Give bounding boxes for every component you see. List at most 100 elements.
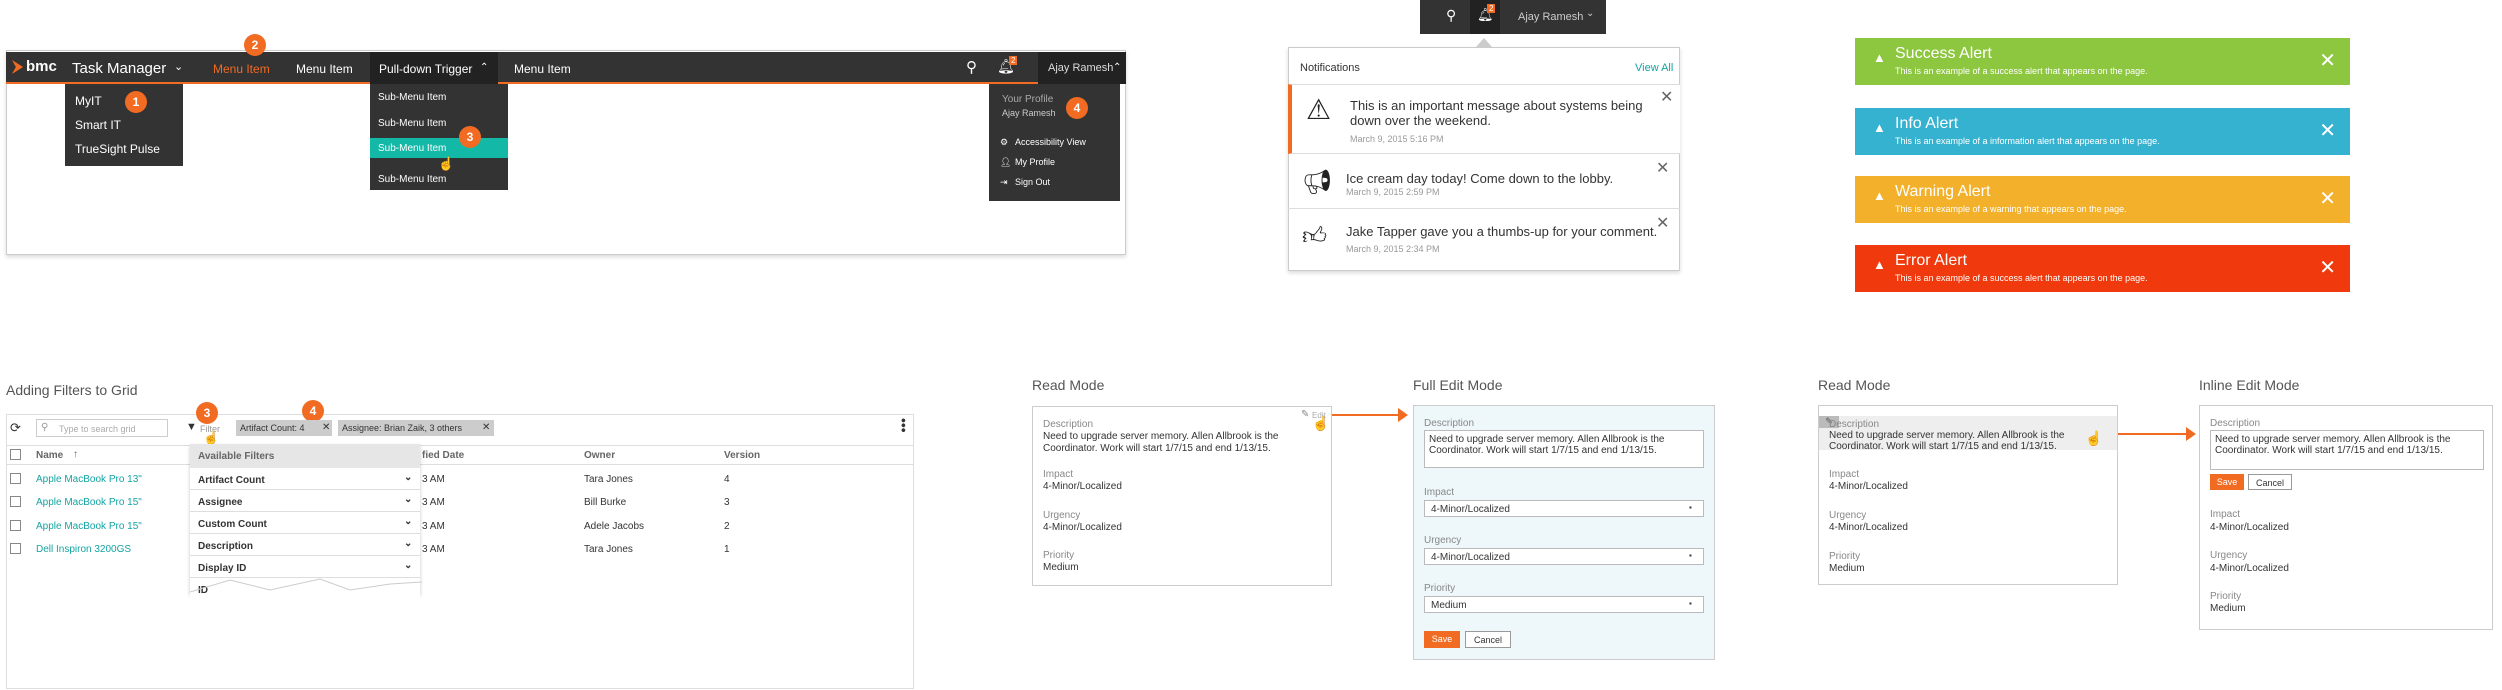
close-icon[interactable]: ✕ (322, 422, 330, 433)
row-owner: Adele Jacobs (584, 521, 645, 532)
notification-count: 2 (1487, 4, 1496, 13)
chip-label: Assignee: Brian Zaik, 3 others (342, 423, 463, 433)
submenu-item-hover[interactable]: Sub-Menu Item (370, 138, 508, 158)
submenu-item[interactable]: Sub-Menu Item (378, 174, 446, 185)
close-icon[interactable]: ✕ (482, 422, 490, 433)
app-item-myit[interactable]: MyIT (75, 94, 102, 108)
search-icon[interactable]: ⚲ (966, 58, 977, 76)
row-name-link[interactable]: Apple MacBook Pro 15" (36, 521, 142, 532)
notification-text: Jake Tapper gave you a thumbs-up for you… (1346, 224, 1658, 239)
column-header-date[interactable]: fied Date (422, 450, 464, 461)
notification-item[interactable]: ⚠ This is an important message about sys… (1288, 84, 1680, 154)
close-icon[interactable]: ✕ (2319, 48, 2336, 73)
row-name-link[interactable]: Apple MacBook Pro 15" (36, 497, 142, 508)
search-placeholder: Type to search grid (59, 424, 136, 434)
notification-date: March 9, 2015 5:16 PM (1350, 134, 1444, 144)
warning-alert: ▲ Warning Alert This is an example of a … (1855, 176, 2350, 223)
submenu-item[interactable]: Sub-Menu Item (378, 92, 446, 103)
arrow-connector (2118, 433, 2188, 435)
save-button[interactable]: Save (1424, 631, 1460, 648)
close-icon[interactable]: ✕ (1656, 158, 1669, 178)
alert-title: Warning Alert (1895, 183, 1991, 200)
impact-value: 4-Minor/Localized (1043, 481, 1122, 492)
accessibility-icon: ⚙ (1000, 137, 1009, 147)
cancel-button[interactable]: Cancel (1465, 631, 1511, 648)
close-icon[interactable]: ✕ (1660, 87, 1673, 107)
urgency-label: Urgency (1424, 535, 1462, 546)
alert-title: Success Alert (1895, 45, 1992, 62)
app-title[interactable]: Task Manager (72, 60, 166, 77)
row-date: 3 AM (422, 497, 445, 508)
callout-badge: 3 (196, 402, 218, 424)
chevron-down-icon: ⌄ (404, 560, 413, 571)
search-input[interactable]: ⚲ Type to search grid (36, 419, 168, 437)
column-header-owner[interactable]: Owner (584, 450, 615, 461)
dropdown-icon: ▪ (1689, 503, 1692, 512)
column-header-name[interactable]: Name (36, 450, 63, 461)
search-icon[interactable]: ⚲ (1446, 7, 1456, 24)
bell-button[interactable]: 🔔︎ 2 (1470, 0, 1500, 34)
pencil-icon[interactable]: ✎ (1301, 409, 1309, 420)
description-textarea[interactable]: Need to upgrade server memory. Allen All… (1424, 430, 1704, 468)
full-edit-mode-title: Full Edit Mode (1413, 377, 1503, 393)
chevron-down-icon: ⌄ (404, 538, 413, 549)
profile-item-sign-out[interactable]: Sign Out (1015, 177, 1050, 187)
row-name-link[interactable]: Dell Inspiron 3200GS (36, 544, 131, 555)
dropdown-icon: ▪ (1689, 551, 1692, 560)
filter-option-display-id[interactable]: Display ID ⌄ (190, 558, 420, 578)
urgency-label: Urgency (2210, 550, 2248, 561)
row-version: 2 (724, 521, 730, 532)
topbar-user-name[interactable]: Ajay Ramesh (1518, 11, 1583, 23)
full-edit-card: Description Need to upgrade server memor… (1413, 405, 1715, 660)
chevron-down-icon: ⌄ (174, 61, 184, 73)
filter-option-label: Description (198, 541, 254, 552)
filter-option-assignee[interactable]: Assignee ⌄ (190, 492, 420, 512)
close-icon[interactable]: ✕ (2319, 118, 2336, 143)
refresh-icon[interactable]: ⟳ (10, 420, 21, 436)
filter-option-custom-count[interactable]: Custom Count ⌄ (190, 514, 420, 534)
notification-item[interactable]: 👍︎ Jake Tapper gave you a thumbs-up for … (1288, 209, 1680, 269)
row-checkbox[interactable] (10, 473, 21, 484)
save-button[interactable]: Save (2210, 474, 2244, 490)
user-name: Ajay Ramesh (1048, 62, 1114, 74)
profile-item-my-profile[interactable]: My Profile (1015, 157, 1055, 167)
priority-label: Priority (1424, 583, 1456, 594)
menu-item[interactable]: Menu Item (514, 62, 571, 76)
filter-chip[interactable]: Artifact Count: 4 ✕ (236, 420, 332, 436)
close-icon[interactable]: ✕ (1656, 213, 1669, 233)
row-checkbox[interactable] (10, 496, 21, 507)
filter-option-artifact-count[interactable]: Artifact Count ⌄ (190, 470, 420, 490)
notification-item[interactable]: 📢︎ Ice cream day today! Come down to the… (1288, 154, 1680, 209)
filter-option-description[interactable]: Description ⌄ (190, 536, 420, 556)
description-textarea[interactable]: Need to upgrade server memory. Allen All… (2210, 430, 2484, 470)
row-name-link[interactable]: Apple MacBook Pro 13" (36, 474, 142, 485)
urgency-select[interactable]: 4-Minor/Localized ▪ (1424, 548, 1704, 565)
row-checkbox[interactable] (10, 543, 21, 554)
menu-item-active[interactable]: Menu Item (213, 62, 270, 76)
callout-badge: 3 (459, 126, 481, 148)
submenu-item[interactable]: Sub-Menu Item (378, 118, 446, 129)
notif-topbar: ⚲ 🔔︎ 2 Ajay Ramesh ⌄ (1420, 0, 1606, 34)
cancel-button[interactable]: Cancel (2248, 474, 2292, 490)
app-item-truesight[interactable]: TrueSight Pulse (75, 142, 160, 156)
priority-select[interactable]: Medium ▪ (1424, 596, 1704, 613)
app-item-smartit[interactable]: Smart IT (75, 118, 121, 132)
row-checkbox[interactable] (10, 520, 21, 531)
column-header-version[interactable]: Version (724, 450, 760, 461)
select-all-checkbox[interactable] (10, 449, 21, 460)
close-icon[interactable]: ✕ (2319, 255, 2336, 280)
chip-label: Artifact Count: 4 (240, 423, 305, 433)
filter-chip[interactable]: Assignee: Brian Zaik, 3 others ✕ (338, 420, 494, 436)
description-label: Description (1043, 419, 1094, 430)
close-icon[interactable]: ✕ (2319, 186, 2336, 211)
view-all-link[interactable]: View All (1635, 62, 1673, 74)
pulldown-trigger[interactable]: Pull-down Trigger ⌃ (370, 52, 498, 84)
user-menu[interactable]: Ajay Ramesh ⌃ (1038, 52, 1126, 84)
impact-select[interactable]: 4-Minor/Localized ▪ (1424, 500, 1704, 517)
menu-item[interactable]: Menu Item (296, 62, 353, 76)
more-options-icon[interactable]: ••• (896, 418, 912, 433)
profile-item-accessibility[interactable]: Accessibility View (1015, 137, 1086, 147)
submenu-item-label: Sub-Menu Item (378, 143, 447, 154)
filter-icon[interactable]: ▼ (186, 421, 197, 433)
row-date: 3 AM (422, 521, 445, 532)
